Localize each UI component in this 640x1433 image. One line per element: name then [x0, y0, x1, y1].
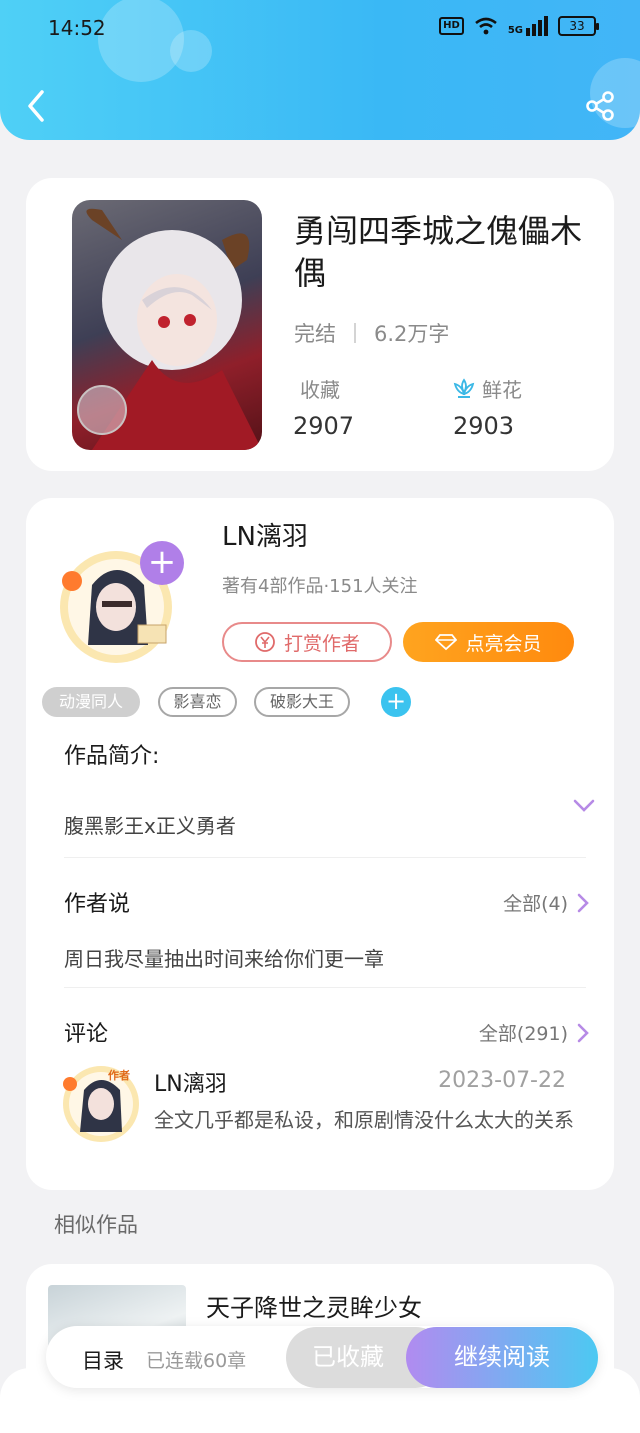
status-time: 14:52 [48, 16, 106, 40]
book-title: 勇闯四季城之傀儡木偶 [294, 212, 583, 292]
tag-item[interactable]: 动漫同人 [42, 687, 140, 717]
comment-text[interactable]: 全文几乎都是私设，和原剧情没什么太大的关系 [154, 1106, 574, 1134]
chevron-right-icon [577, 1023, 589, 1042]
comments-all-link[interactable]: 全部(291) [479, 1019, 590, 1046]
comment-date: 2023-07-22 [438, 1068, 566, 1093]
battery-icon: 33 [558, 16, 599, 36]
status-icons: HD 5G 33 [439, 16, 599, 36]
intro-title: 作品简介: [64, 744, 160, 769]
comments-title: 评论 [64, 1022, 109, 1047]
signal-icon: 5G [508, 16, 548, 36]
back-arrow-icon[interactable] [22, 86, 54, 126]
flowers-count: 2903 [453, 412, 515, 440]
continue-reading-button[interactable]: 继续阅读 [406, 1327, 598, 1388]
top-header: 14:52 HD 5G 33 [0, 0, 640, 140]
author-says-text: 周日我尽量抽出时间来给你们更一章 [64, 947, 384, 971]
book-status: 完结 [294, 322, 336, 346]
divider [64, 857, 586, 858]
toc-button[interactable]: 目录 [82, 1345, 124, 1375]
meta-divider [354, 323, 356, 343]
tag-item[interactable]: 破影大王 [254, 687, 350, 717]
author-name[interactable]: LN漓羽 [222, 516, 308, 553]
similar-work-title[interactable]: 天子降世之灵眸少女 [206, 1288, 422, 1323]
author-badge: 作者 [108, 1069, 130, 1082]
similar-works-title: 相似作品 [54, 1213, 138, 1237]
vip-button[interactable]: 点亮会员 [403, 622, 574, 662]
share-icon[interactable] [584, 90, 616, 122]
commenter-name[interactable]: LN漓羽 [154, 1066, 227, 1098]
flowers-label: 鲜花 [482, 378, 522, 402]
book-cover[interactable] [72, 200, 262, 450]
avatar-image [63, 1066, 139, 1142]
tag-item[interactable]: 影喜恋 [158, 687, 237, 717]
reward-author-button[interactable]: 打赏作者 [222, 622, 392, 662]
follow-plus-button[interactable]: + [140, 541, 184, 585]
flowers-stat[interactable]: 鲜花 [452, 374, 522, 403]
author-says-all-link[interactable]: 全部(4) [503, 889, 590, 916]
yen-coin-icon [255, 632, 275, 652]
intro-text: 腹黑影王x正义勇者 [64, 814, 236, 838]
reward-label: 打赏作者 [283, 632, 360, 655]
favorites-count: 2907 [293, 412, 355, 440]
chevron-down-icon[interactable] [572, 797, 596, 815]
cover-illustration [77, 208, 262, 450]
serial-status: 已连载60章 [146, 1350, 247, 1372]
wifi-icon [475, 17, 497, 35]
chevron-right-icon [577, 893, 589, 912]
comments-all-label: 全部(291) [478, 1023, 568, 1045]
author-says-all-label: 全部(4) [503, 893, 568, 915]
author-says-title: 作者说 [64, 892, 131, 917]
commenter-avatar[interactable]: 作者 [58, 1060, 144, 1144]
book-meta: 完结 6.2万字 [294, 318, 449, 348]
flower-icon [453, 377, 475, 398]
diamond-icon [435, 634, 458, 651]
vip-label: 点亮会员 [465, 632, 542, 655]
author-meta: 著有4部作品·151人关注 [222, 576, 418, 597]
favorites-label: 收藏 [300, 378, 340, 402]
add-tag-button[interactable]: + [381, 687, 411, 717]
hd-icon: HD [439, 17, 464, 35]
book-word-count: 6.2万字 [374, 322, 450, 346]
decor-bubble [170, 30, 212, 72]
divider [64, 987, 586, 988]
